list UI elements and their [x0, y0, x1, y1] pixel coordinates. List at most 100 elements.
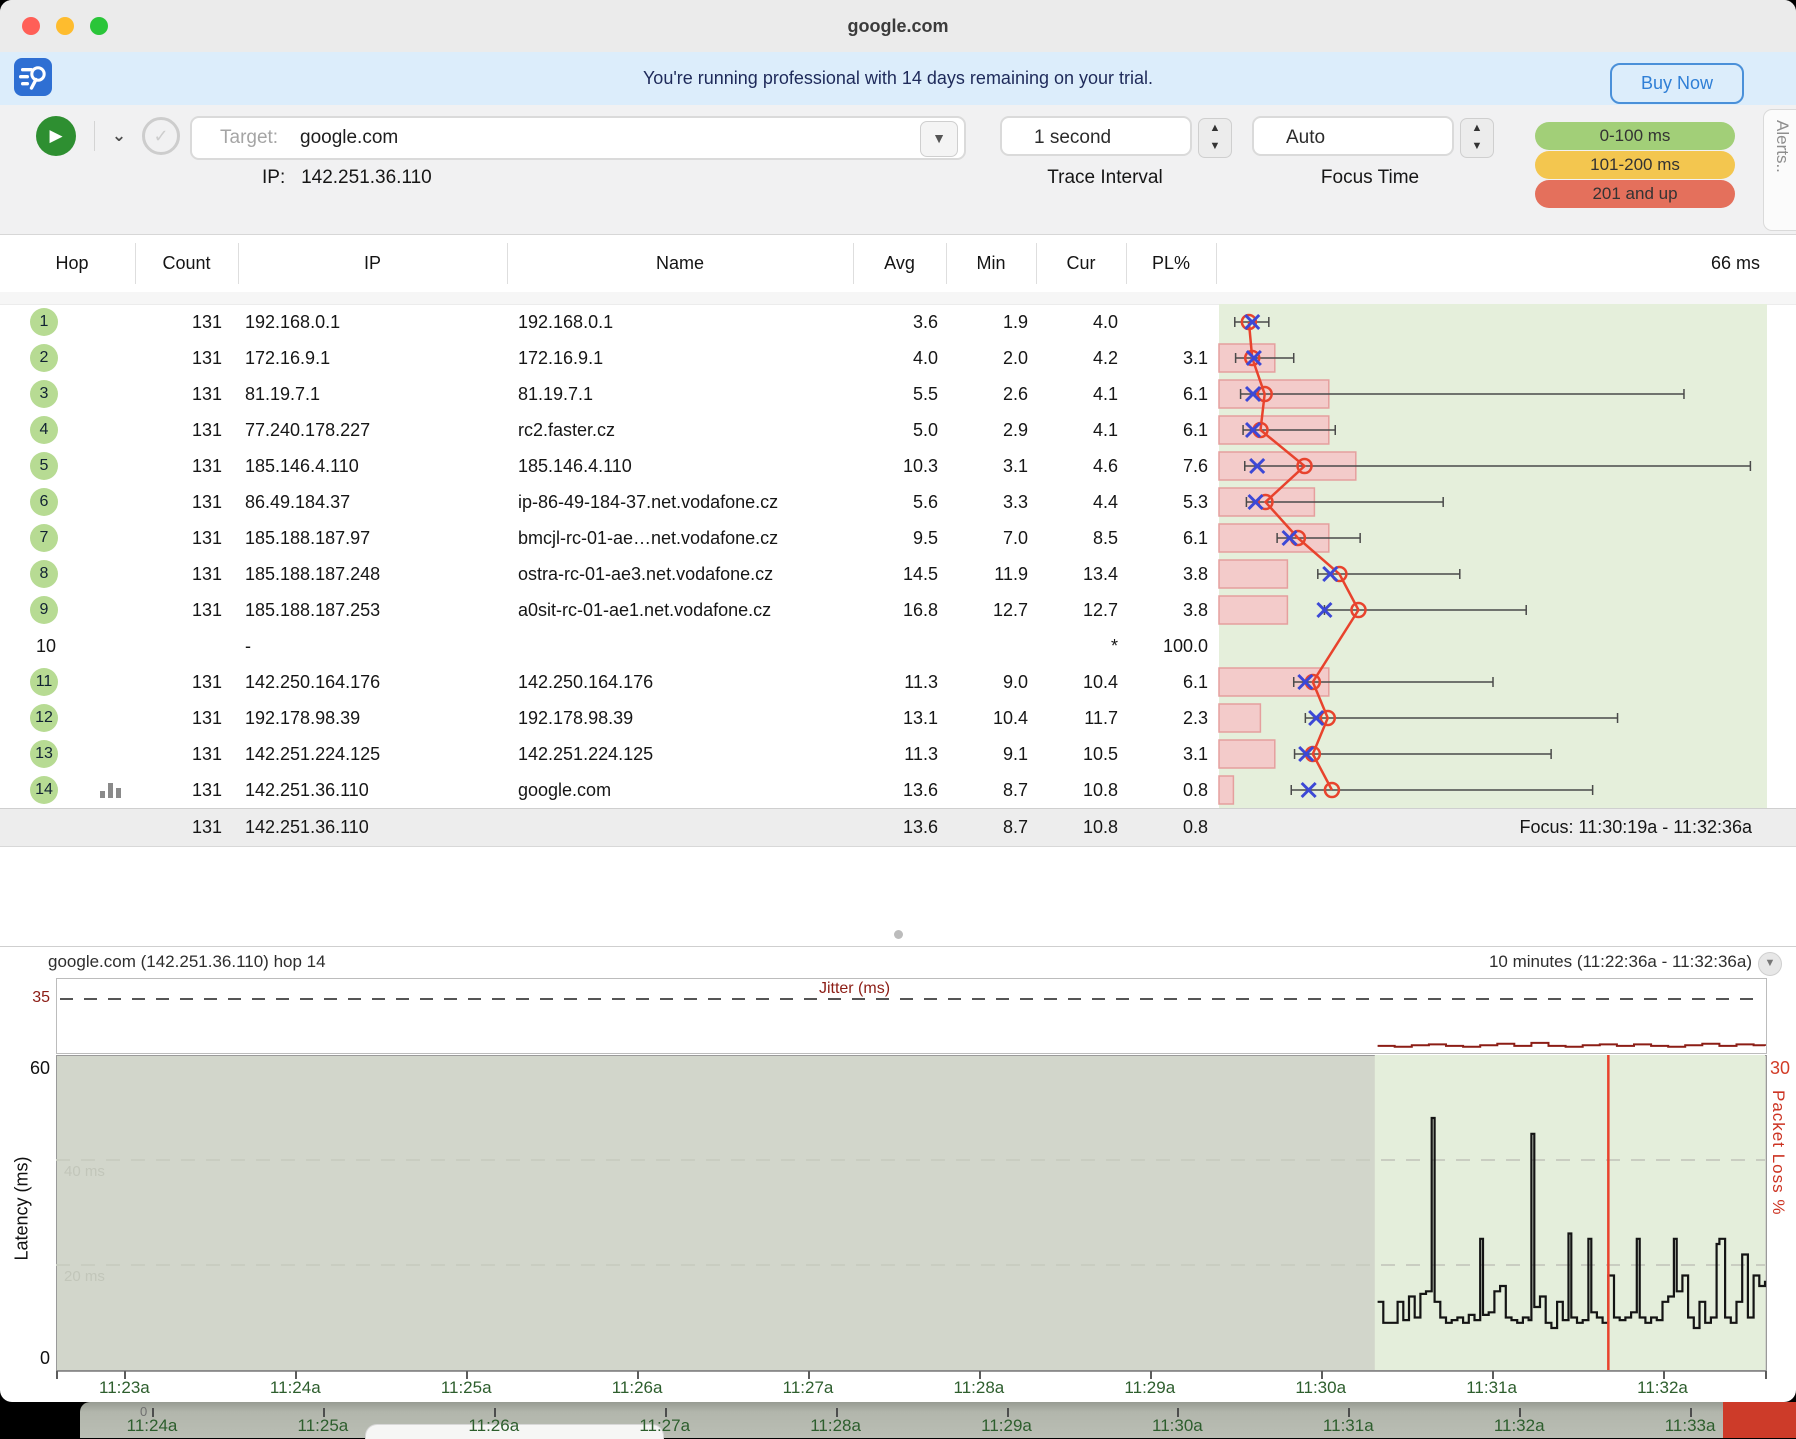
focus-time-input[interactable]: Auto [1252, 116, 1454, 156]
focus-time-label: Focus Time [1270, 167, 1470, 189]
time-axis-label: 11:27a [753, 1378, 863, 1398]
hop-ip: 142.251.36.110 [245, 772, 505, 808]
column-header-pl[interactable]: PL% [1126, 235, 1216, 292]
hop-ip: 81.19.7.1 [245, 376, 505, 412]
hop-packet-loss: 6.1 [1116, 664, 1208, 700]
hop-avg: 11.3 [846, 664, 938, 700]
focus-time-stepper[interactable]: ▲▼ [1460, 118, 1494, 158]
hop-name: 172.16.9.1 [518, 340, 853, 376]
hop-name: 142.250.164.176 [518, 664, 853, 700]
background-window-strip: 0 11:24a11:25a11:26a11:27a11:28a11:29a11… [80, 1402, 1796, 1438]
latency-axis-label: Latency (ms) [12, 1099, 33, 1319]
hop-number-badge: 4 [30, 416, 58, 444]
background-axis-label: 11:30a [1122, 1416, 1232, 1436]
trace-table-header: Hop Count IP Name Avg Min Cur PL% 66 ms [0, 234, 1796, 293]
pingplotter-logo-icon [14, 58, 52, 96]
hop-avg: 11.3 [846, 736, 938, 772]
latency-axis-min: 0 [14, 1348, 50, 1369]
hop-avg: 5.5 [846, 376, 938, 412]
summary-min: 8.7 [936, 809, 1028, 845]
hop-packet-loss: 7.6 [1116, 448, 1208, 484]
hop-number-badge: 12 [30, 704, 58, 732]
start-options-chevron-icon[interactable]: ⌄ [104, 116, 134, 156]
column-header-avg[interactable]: Avg [853, 235, 946, 292]
hop-min: 2.6 [936, 376, 1028, 412]
hop-packet-loss: 6.1 [1116, 376, 1208, 412]
timeline-range-chevron-icon[interactable]: ▼ [1758, 952, 1782, 976]
hop-ip: 86.49.184.37 [245, 484, 505, 520]
time-axis [56, 1370, 1766, 1371]
trace-interval-label: Trace Interval [1005, 167, 1205, 189]
hop-ip: 185.188.187.253 [245, 592, 505, 628]
background-axis-label: 11:27a [610, 1416, 720, 1436]
confirm-target-icon[interactable]: ✓ [142, 117, 180, 155]
time-axis-end-tick [1765, 1371, 1767, 1379]
target-dropdown-button[interactable]: ▼ [920, 121, 958, 157]
ip-value: 142.251.36.110 [301, 167, 432, 188]
zoom-window-button[interactable] [90, 17, 108, 35]
hop-avg: 5.6 [846, 484, 938, 520]
hop-ip: 185.188.187.97 [245, 520, 505, 556]
hop-name: 192.178.98.39 [518, 700, 853, 736]
column-header-min[interactable]: Min [946, 235, 1036, 292]
hop-number-badge: 5 [30, 452, 58, 480]
time-axis-label: 11:32a [1608, 1378, 1718, 1398]
time-axis-label: 11:30a [1266, 1378, 1376, 1398]
hop-name: bmcjl-rc-01-ae…net.vodafone.cz [518, 520, 853, 556]
legend-pill-fast: 0-100 ms [1535, 122, 1735, 150]
hop-packet-loss: 3.8 [1116, 556, 1208, 592]
buy-now-button[interactable]: Buy Now [1610, 63, 1744, 104]
hop-name: 192.168.0.1 [518, 304, 853, 340]
trial-banner: You're running professional with 14 days… [0, 52, 1796, 105]
pane-splitter-handle[interactable] [894, 930, 903, 939]
focus-window-text: Focus: 11:30:19a - 11:32:36a [1300, 809, 1752, 846]
hop-packet-loss: 6.1 [1116, 412, 1208, 448]
time-axis-label: 11:26a [582, 1378, 692, 1398]
hop-name: 142.251.224.125 [518, 736, 853, 772]
hop-min: 9.0 [936, 664, 1028, 700]
hop-name [518, 628, 853, 664]
column-header-ip[interactable]: IP [238, 235, 507, 292]
ip-label: IP: [262, 167, 285, 188]
column-header-count[interactable]: Count [135, 235, 238, 292]
hop-count: 131 [130, 340, 222, 376]
column-header-name[interactable]: Name [507, 235, 853, 292]
hop-cur: 4.4 [1026, 484, 1118, 520]
timeline-graph-icon [100, 783, 122, 798]
alerts-side-tab-label: Alerts.. [1772, 120, 1792, 173]
target-input[interactable]: Target: google.com ▼ [190, 116, 966, 160]
hop-cur: 10.4 [1026, 664, 1118, 700]
hop-name: rc2.faster.cz [518, 412, 853, 448]
hop-number-badge: 13 [30, 740, 58, 768]
close-window-button[interactable] [22, 17, 40, 35]
summary-row[interactable]: 131 142.251.36.110 13.6 8.7 10.8 0.8 Foc… [0, 808, 1796, 847]
trace-interval-input[interactable]: 1 second [1000, 116, 1192, 156]
background-axis-label: 11:26a [439, 1416, 549, 1436]
trace-interval-stepper[interactable]: ▲▼ [1198, 118, 1232, 158]
hop-packet-loss: 2.3 [1116, 700, 1208, 736]
timeline-range[interactable]: 10 minutes (11:22:36a - 11:32:36a) [1200, 947, 1752, 979]
hop-avg: 4.0 [846, 340, 938, 376]
resolved-ip: IP: 142.251.36.110 [262, 167, 432, 189]
hop-number-badge: 7 [30, 524, 58, 552]
alerts-side-tab[interactable]: Alerts.. [1763, 109, 1796, 231]
summary-avg: 13.6 [846, 809, 938, 845]
summary-ip: 142.251.36.110 [245, 809, 505, 845]
column-header-hop[interactable]: Hop [30, 235, 114, 292]
hop-number-badge: 2 [30, 344, 58, 372]
hop-min: 12.7 [936, 592, 1028, 628]
time-axis-label: 11:29a [1095, 1378, 1205, 1398]
time-axis-label: 11:31a [1437, 1378, 1547, 1398]
background-axis-label: 11:25a [268, 1416, 378, 1436]
hop-number-badge: 6 [30, 488, 58, 516]
hop-count: 131 [130, 556, 222, 592]
minimize-window-button[interactable] [56, 17, 74, 35]
column-header-cur[interactable]: Cur [1036, 235, 1126, 292]
hop-number-badge: 1 [30, 308, 58, 336]
hop-packet-loss: 3.1 [1116, 736, 1208, 772]
start-trace-button[interactable]: ▶ [36, 116, 76, 156]
hop-packet-loss: 3.8 [1116, 592, 1208, 628]
target-input-label: Target: [220, 118, 278, 158]
hop-avg: 16.8 [846, 592, 938, 628]
hop-count: 131 [130, 304, 222, 340]
